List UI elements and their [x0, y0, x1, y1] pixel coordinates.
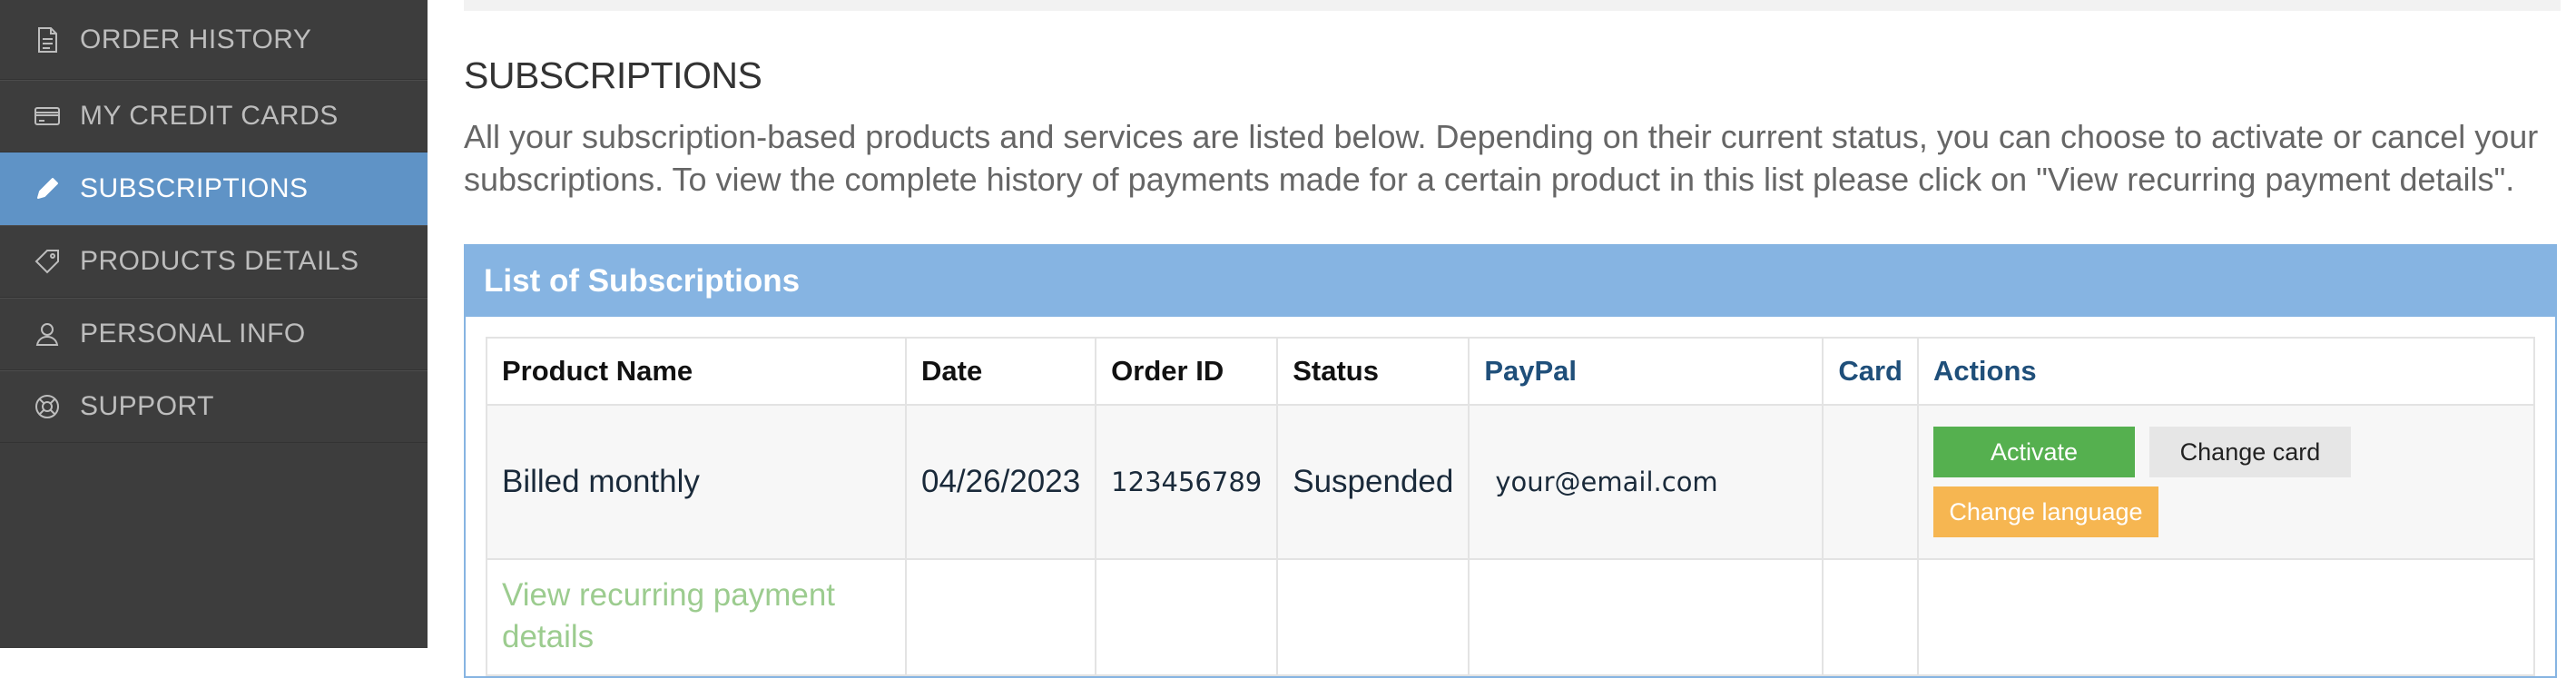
change-language-button[interactable]: Change language: [1932, 486, 2158, 537]
empty-cell: [1468, 558, 1824, 676]
column-header-card[interactable]: Card: [1822, 337, 1919, 406]
cell-paypal-email: your@email.com: [1468, 404, 1824, 560]
tag-icon: [31, 245, 64, 278]
lifebuoy-icon: [31, 390, 64, 423]
sidebar-item-my-credit-cards[interactable]: MY CREDIT CARDS: [0, 80, 428, 152]
empty-cell: [1276, 558, 1470, 676]
main-content: SUBSCRIPTIONS All your subscription-base…: [464, 0, 2561, 678]
sidebar-item-personal-info[interactable]: PERSONAL INFO: [0, 298, 428, 370]
cell-product-name: Billed monthly: [486, 404, 907, 560]
column-header-product: Product Name: [486, 337, 907, 406]
sidebar-item-label: PERSONAL INFO: [80, 319, 306, 349]
empty-cell: [1822, 558, 1919, 676]
table-header-row: Product Name Date Order ID Status PayPal…: [486, 337, 2536, 406]
empty-cell: [904, 558, 1097, 676]
intro-text: All your subscription-based products and…: [464, 118, 2539, 198]
cell-date: 04/26/2023: [904, 404, 1097, 560]
column-header-actions[interactable]: Actions: [1916, 337, 2536, 406]
cell-actions: Activate Change card Change language: [1916, 404, 2536, 560]
table-row: View recurring payment details: [486, 558, 2536, 676]
sidebar-item-order-history[interactable]: ORDER HISTORY: [0, 0, 428, 80]
view-recurring-payment-details-link[interactable]: View recurring payment details: [502, 577, 835, 654]
subscriptions-table: Product Name Date Order ID Status PayPal…: [486, 337, 2536, 676]
empty-cell: [1095, 558, 1279, 676]
sidebar-item-label: SUBSCRIPTIONS: [80, 173, 309, 203]
sidebar: ORDER HISTORY MY CREDIT CARDS SUBSCRIPTI…: [0, 0, 428, 648]
document-icon: [31, 24, 64, 56]
sidebar-item-label: ORDER HISTORY: [80, 24, 312, 54]
sidebar-item-subscriptions[interactable]: SUBSCRIPTIONS: [0, 152, 428, 225]
page-title: SUBSCRIPTIONS: [464, 54, 762, 96]
sidebar-item-products-details[interactable]: PRODUCTS DETAILS: [0, 225, 428, 298]
sidebar-item-label: PRODUCTS DETAILS: [80, 246, 359, 276]
column-header-paypal[interactable]: PayPal: [1468, 337, 1824, 406]
cell-details: View recurring payment details: [486, 558, 907, 676]
cell-card: [1822, 404, 1919, 560]
column-header-order-id: Order ID: [1095, 337, 1279, 406]
credit-card-icon: [31, 100, 64, 133]
sidebar-item-support[interactable]: SUPPORT: [0, 370, 428, 443]
sidebar-item-label: SUPPORT: [80, 391, 214, 421]
change-card-button[interactable]: Change card: [2148, 427, 2351, 477]
table-row: Billed monthly 04/26/2023 123456789 Susp…: [486, 404, 2536, 560]
empty-cell: [1916, 558, 2536, 676]
column-header-status: Status: [1276, 337, 1470, 406]
pencil-icon: [31, 172, 64, 205]
subscriptions-panel: List of Subscriptions Product Name Date …: [464, 244, 2557, 678]
sidebar-item-label: MY CREDIT CARDS: [80, 101, 339, 131]
cell-status: Suspended: [1276, 404, 1470, 560]
cell-order-id: 123456789: [1095, 404, 1279, 560]
activate-button[interactable]: Activate: [1932, 427, 2135, 477]
top-bar: [464, 0, 2561, 11]
user-icon: [31, 318, 64, 350]
column-header-date: Date: [904, 337, 1097, 406]
panel-title: List of Subscriptions: [466, 246, 2555, 317]
